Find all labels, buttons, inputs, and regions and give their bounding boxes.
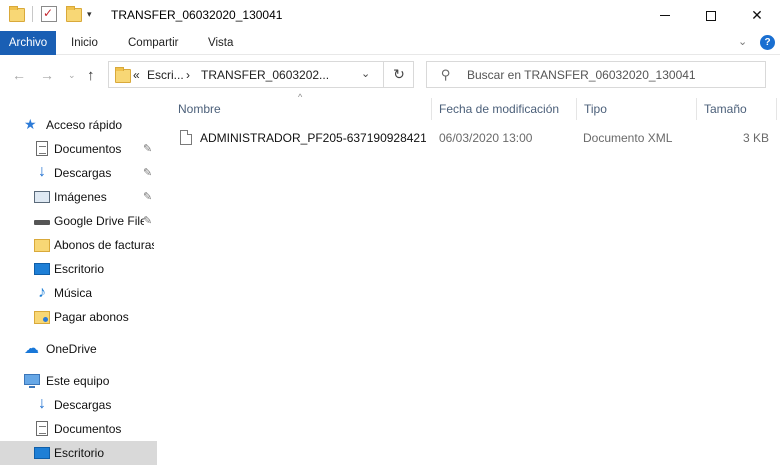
title-bar: ▾ TRANSFER_06032020_130041 ✕ [0,0,780,31]
minimize-button[interactable] [642,0,688,31]
help-icon[interactable]: ? [760,35,775,50]
cloud-icon: ☁ [24,340,39,357]
sidebar-item-musica[interactable]: ♪ Música [0,281,157,305]
navigation-bar: ← → ⌄ ↑ « Escri... › TRANSFER_0603202...… [0,55,780,95]
downloads-icon: ↓ [38,163,46,180]
pin-icon: ✎ [143,215,153,227]
search-icon: ⚲ [441,67,451,82]
file-size: 3 KB [742,131,769,145]
sidebar-item-label: Documentos [54,422,122,436]
customize-toolbar-icon[interactable]: ▾ [87,9,92,20]
documents-icon [36,421,48,436]
column-divider[interactable] [431,98,432,120]
pin-icon: ✎ [143,167,153,179]
file-name: ADMINISTRADOR_PF205-6371909284212... [200,131,426,145]
file-modified: 06/03/2020 13:00 [439,131,533,145]
sidebar-item-label: Descargas [54,166,112,180]
tab-compartir[interactable]: Compartir [128,31,178,55]
sidebar-item-pc-escritorio[interactable]: Escritorio [0,441,157,465]
folder-icon [114,67,131,83]
desktop-icon [34,447,50,459]
sidebar-item-onedrive[interactable]: ☁ OneDrive [0,337,157,361]
close-icon: ✕ [751,7,763,23]
forward-arrow-icon[interactable]: → [40,67,54,83]
recent-locations-icon[interactable]: ⌄ [68,70,76,81]
sidebar-item-label: Escritorio [54,446,105,460]
back-arrow-icon[interactable]: ← [12,67,26,83]
column-header-type[interactable]: Tipo [584,102,607,116]
column-divider[interactable] [696,98,697,120]
close-button[interactable]: ✕ [734,0,780,31]
desktop-icon [34,263,50,275]
sidebar-item-pc-documentos[interactable]: Documentos [0,417,157,441]
search-placeholder: Buscar en TRANSFER_06032020_130041 [467,68,696,82]
documents-icon [36,141,48,156]
sidebar-item-label: Música [54,286,93,300]
sidebar-item-google-drive[interactable]: Google Drive File ✎ [0,209,157,233]
file-type: Documento XML [583,131,673,145]
pictures-icon [34,191,50,203]
properties-icon[interactable] [41,6,57,22]
navigation-pane: ★ Acceso rápido Documentos ✎ ↓ Descargas… [0,95,160,469]
sidebar-item-label: Escritorio [54,262,105,276]
breadcrumb-item[interactable]: TRANSFER_0603202... [201,68,329,82]
ribbon-tabs: Archivo Inicio Compartir Vista ⌄ ? [0,31,780,55]
column-headers: Nombre Fecha de modificación Tipo Tamaño [0,95,780,123]
column-divider[interactable] [576,98,577,120]
column-header-name[interactable]: Nombre [178,102,221,116]
sidebar-item-label: Google Drive File [54,214,144,228]
sidebar-item-label: OneDrive [46,342,97,356]
sidebar-item-label: Imágenes [54,190,107,204]
new-folder-icon[interactable] [65,6,82,22]
up-arrow-icon[interactable]: ↑ [87,67,95,84]
folder-icon [34,239,50,252]
column-header-modified[interactable]: Fecha de modificación [439,102,559,116]
quick-access-toolbar: ▾ [8,6,92,22]
sidebar-item-label: Pagar abonos [54,310,129,324]
sidebar-item-label: Abonos de facturas [54,238,154,252]
sidebar-item-descargas[interactable]: ↓ Descargas ✎ [0,161,157,185]
sidebar-item-imagenes[interactable]: Imágenes ✎ [0,185,157,209]
breadcrumb-overflow[interactable]: « [133,68,140,82]
file-row[interactable]: ADMINISTRADOR_PF205-6371909284212... 06/… [171,126,776,150]
maximize-icon [706,10,716,21]
breadcrumb-separator[interactable]: › [186,68,190,82]
sidebar-item-este-equipo[interactable]: Este equipo [0,369,157,393]
drive-icon [34,220,50,225]
column-divider[interactable] [776,98,777,120]
sidebar-item-escritorio[interactable]: Escritorio [0,257,157,281]
computer-icon [24,374,40,388]
breadcrumb-item[interactable]: Escri... [147,68,184,82]
column-header-size[interactable]: Tamaño [704,102,747,116]
tab-vista[interactable]: Vista [208,31,233,55]
minimize-icon [660,15,670,16]
sidebar-item-label: Descargas [54,398,112,412]
search-box[interactable]: ⚲ Buscar en TRANSFER_06032020_130041 [426,61,766,88]
downloads-icon: ↓ [38,395,46,412]
tab-archivo[interactable]: Archivo [0,31,56,55]
window-title: TRANSFER_06032020_130041 [111,8,283,22]
pin-icon: ✎ [143,143,153,155]
address-bar[interactable]: « Escri... › TRANSFER_0603202... ⌄ ↻ [108,61,414,88]
folder-icon [8,6,25,22]
maximize-button[interactable] [688,0,734,31]
sidebar-item-abonos-de-facturas[interactable]: Abonos de facturas [0,233,157,257]
expand-ribbon-icon[interactable]: ⌄ [738,35,747,48]
tab-inicio[interactable]: Inicio [71,31,98,55]
sidebar-item-pagar-abonos[interactable]: Pagar abonos [0,305,157,329]
pin-icon: ✎ [143,191,153,203]
sidebar-item-pc-descargas[interactable]: ↓ Descargas [0,393,157,417]
sidebar-item-documentos[interactable]: Documentos ✎ [0,137,157,161]
sidebar-item-label: Este equipo [46,374,110,388]
refresh-button[interactable]: ↻ [383,62,414,87]
xml-file-icon [180,130,192,145]
address-dropdown-icon[interactable]: ⌄ [361,67,370,80]
toolbar-divider [32,6,33,22]
music-icon: ♪ [38,284,46,301]
folder-icon [34,311,50,324]
sidebar-item-label: Documentos [54,142,122,156]
